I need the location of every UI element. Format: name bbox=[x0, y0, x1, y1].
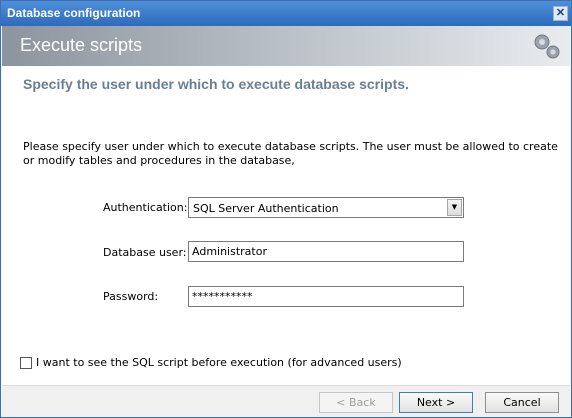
authentication-select[interactable]: SQL Server Authentication ▼ bbox=[188, 197, 464, 218]
button-bar: < Back Next > Cancel bbox=[2, 385, 570, 417]
title-bar[interactable]: Database configuration ✕ bbox=[1, 1, 571, 26]
chevron-down-icon[interactable]: ▼ bbox=[447, 199, 462, 216]
close-button[interactable]: ✕ bbox=[553, 6, 568, 21]
close-icon: ✕ bbox=[555, 7, 566, 19]
show-script-label[interactable]: I want to see the SQL script before exec… bbox=[36, 356, 402, 369]
database-user-input[interactable]: Administrator bbox=[188, 241, 464, 262]
back-button[interactable]: < Back bbox=[319, 392, 393, 413]
authentication-label: Authentication: bbox=[103, 201, 188, 214]
gears-icon bbox=[534, 34, 560, 59]
step-description: Please specify user under which to execu… bbox=[23, 140, 558, 167]
window-title: Database configuration bbox=[7, 6, 141, 20]
next-button[interactable]: Next > bbox=[399, 392, 473, 413]
authentication-value: SQL Server Authentication bbox=[193, 202, 339, 215]
dialog-window: Database configuration ✕ Execute scripts… bbox=[0, 0, 572, 418]
password-label: Password: bbox=[103, 290, 159, 303]
database-user-label: Database user: bbox=[103, 246, 187, 259]
show-script-checkbox[interactable] bbox=[20, 357, 32, 369]
page-title: Execute scripts bbox=[20, 35, 143, 55]
password-input[interactable]: *********** bbox=[188, 286, 464, 307]
content-area: Specify the user under which to execute … bbox=[2, 66, 570, 385]
wizard-header: Execute scripts bbox=[2, 26, 570, 66]
cancel-button[interactable]: Cancel bbox=[485, 392, 559, 413]
step-subtitle: Specify the user under which to execute … bbox=[23, 76, 409, 92]
